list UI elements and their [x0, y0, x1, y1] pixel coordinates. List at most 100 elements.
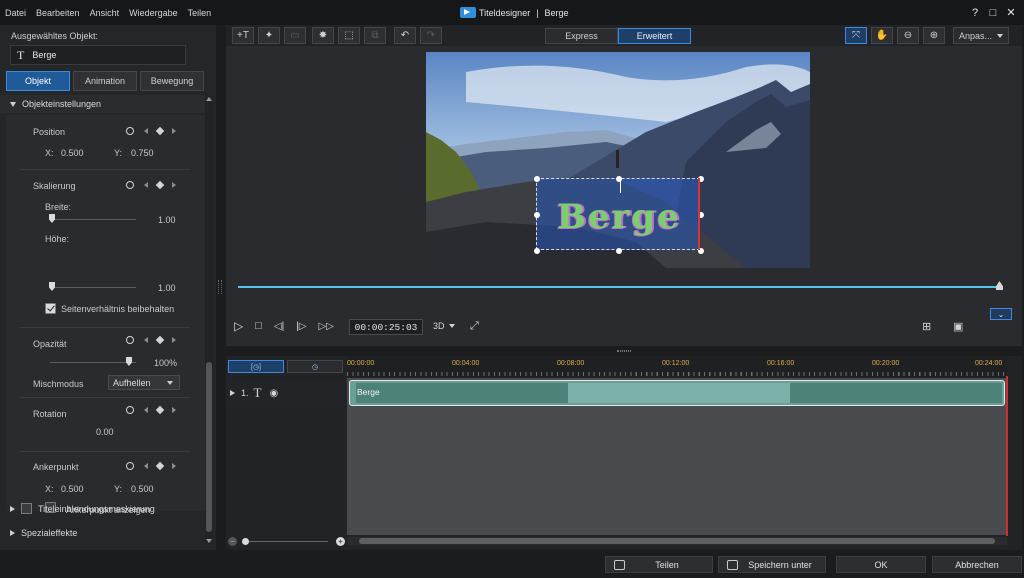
- section-objekteinstellungen[interactable]: Objekteinstellungen: [0, 95, 205, 113]
- width-slider-track[interactable]: [50, 219, 136, 220]
- properties-scrollbar[interactable]: [205, 95, 213, 545]
- hand-tool-icon[interactable]: ✋: [871, 27, 893, 44]
- prev-keyframe-icon[interactable]: [144, 337, 148, 343]
- safe-zone-icon[interactable]: ▣: [953, 314, 963, 338]
- next-keyframe-icon[interactable]: [172, 337, 176, 343]
- section-titeleinblendungsmaskierung[interactable]: Titeleinblendungsmaskierung: [10, 503, 155, 514]
- scroll-down-icon[interactable]: [206, 539, 212, 543]
- timeline-fit-button[interactable]: [◷]: [228, 360, 284, 373]
- add-keyframe-icon[interactable]: [155, 180, 165, 190]
- tab-bewegung[interactable]: Bewegung: [140, 71, 204, 91]
- timecode-display[interactable]: 00:00:25:03: [349, 319, 423, 335]
- preview-progress-handle[interactable]: [996, 281, 1003, 290]
- menu-wiedergabe[interactable]: Wiedergabe: [129, 8, 178, 18]
- rotation-value[interactable]: 0.00: [96, 427, 114, 437]
- opacity-slider-thumb[interactable]: [126, 357, 132, 366]
- zoom-in-icon[interactable]: ⊕: [923, 27, 945, 44]
- scroll-up-icon[interactable]: [206, 97, 212, 101]
- select-tool-icon[interactable]: ⤧: [845, 27, 867, 44]
- tab-animation[interactable]: Animation: [73, 71, 137, 91]
- track-area[interactable]: Berge: [347, 378, 1007, 535]
- scrollbar-thumb[interactable]: [206, 362, 212, 532]
- expand-panel-button[interactable]: ⌄: [990, 308, 1012, 320]
- mode-erweitert[interactable]: Erweitert: [618, 28, 691, 44]
- height-slider-thumb[interactable]: [49, 282, 55, 291]
- playhead-line[interactable]: [1006, 376, 1008, 536]
- panel-splitter[interactable]: [218, 280, 222, 294]
- grid-icon[interactable]: ⊞: [922, 314, 931, 338]
- layer-button[interactable]: ⧉: [364, 27, 386, 44]
- keep-ratio-checkbox[interactable]: [45, 303, 56, 314]
- insert-image-button[interactable]: ▭: [284, 27, 306, 44]
- add-keyframe-icon[interactable]: [155, 405, 165, 415]
- timeline-scrollbar[interactable]: [347, 537, 1007, 545]
- keyframe-clock-icon[interactable]: [126, 336, 134, 344]
- scrollbar-thumb[interactable]: [359, 538, 995, 544]
- time-ruler[interactable]: 00:00:00 00:04:00 00:08:00 00:12:00 00:1…: [347, 356, 1007, 378]
- fit-dropdown[interactable]: Anpas...: [953, 27, 1009, 44]
- track-header[interactable]: 1. T ◉: [226, 380, 347, 406]
- next-frame-icon[interactable]: |▷: [296, 321, 306, 332]
- keyframe-clock-icon[interactable]: [126, 127, 134, 135]
- menu-datei[interactable]: Datei: [5, 8, 26, 18]
- prev-keyframe-icon[interactable]: [144, 182, 148, 188]
- resize-handle[interactable]: [534, 176, 540, 182]
- panel-splitter[interactable]: [617, 350, 631, 352]
- keyframe-clock-icon[interactable]: [126, 406, 134, 414]
- prev-frame-icon[interactable]: ◁|: [274, 321, 284, 332]
- help-button[interactable]: ?: [966, 7, 984, 19]
- play-icon[interactable]: ▷: [234, 319, 243, 333]
- zoom-out-icon[interactable]: ⊖: [897, 27, 919, 44]
- insert-text-button[interactable]: +T: [232, 27, 254, 44]
- resize-handle[interactable]: [534, 248, 540, 254]
- next-keyframe-icon[interactable]: [172, 407, 176, 413]
- fast-forward-icon[interactable]: ▷▷: [318, 321, 333, 332]
- width-slider-thumb[interactable]: [49, 214, 55, 223]
- anchor-y-value[interactable]: 0.500: [131, 484, 154, 494]
- section-spezialeffekte[interactable]: Spezialeffekte: [10, 528, 77, 538]
- close-button[interactable]: ✕: [1002, 6, 1020, 19]
- redo-button[interactable]: ↷: [420, 27, 442, 44]
- menu-bearbeiten[interactable]: Bearbeiten: [36, 8, 80, 18]
- save-as-button[interactable]: Speichern unter: [718, 556, 826, 573]
- prev-keyframe-icon[interactable]: [144, 407, 148, 413]
- menu-ansicht[interactable]: Ansicht: [90, 8, 120, 18]
- height-value[interactable]: 1.00: [158, 283, 176, 293]
- prev-keyframe-icon[interactable]: [144, 128, 148, 134]
- resize-handle[interactable]: [616, 248, 622, 254]
- anchor-x-value[interactable]: 0.500: [61, 484, 84, 494]
- background-button[interactable]: ⬚: [338, 27, 360, 44]
- position-x-value[interactable]: 0.500: [61, 148, 84, 158]
- preview-canvas[interactable]: Berge: [426, 52, 810, 268]
- next-keyframe-icon[interactable]: [172, 128, 176, 134]
- menu-teilen[interactable]: Teilen: [188, 8, 212, 18]
- stop-icon[interactable]: □: [255, 320, 262, 332]
- tab-objekt[interactable]: Objekt: [6, 71, 70, 91]
- share-button[interactable]: Teilen: [605, 556, 713, 573]
- fullscreen-icon[interactable]: ⤢: [470, 314, 479, 338]
- preview-progress-bar[interactable]: [238, 286, 1002, 288]
- cancel-button[interactable]: Abbrechen: [932, 556, 1022, 573]
- effects-button[interactable]: ✸: [312, 27, 334, 44]
- restore-button[interactable]: □: [984, 7, 1002, 19]
- next-keyframe-icon[interactable]: [172, 463, 176, 469]
- timeline-marker-button[interactable]: ◷: [287, 360, 343, 373]
- 3d-mode-dropdown[interactable]: 3D: [433, 314, 455, 338]
- undo-button[interactable]: ↶: [394, 27, 416, 44]
- height-slider-track[interactable]: [50, 287, 136, 288]
- add-keyframe-icon[interactable]: [155, 461, 165, 471]
- next-keyframe-icon[interactable]: [172, 182, 176, 188]
- opacity-value[interactable]: 100%: [154, 358, 177, 368]
- zoom-out-icon[interactable]: −: [228, 537, 237, 546]
- eye-icon[interactable]: ◉: [269, 388, 278, 399]
- add-keyframe-icon[interactable]: [155, 126, 165, 136]
- title-clip[interactable]: Berge: [349, 380, 1005, 406]
- keyframe-clock-icon[interactable]: [126, 462, 134, 470]
- title-object-selection[interactable]: Berge: [534, 176, 704, 254]
- opacity-slider-track[interactable]: [50, 362, 136, 363]
- zoom-in-icon[interactable]: +: [336, 537, 345, 546]
- zoom-slider-track[interactable]: [242, 541, 328, 542]
- insert-particle-button[interactable]: ✦: [258, 27, 280, 44]
- add-keyframe-icon[interactable]: [155, 335, 165, 345]
- prev-keyframe-icon[interactable]: [144, 463, 148, 469]
